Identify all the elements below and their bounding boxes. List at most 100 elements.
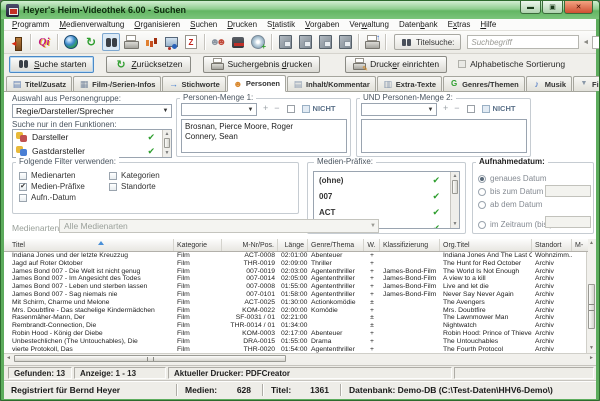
column-header-genre-thema[interactable]: Genre/Thema	[308, 239, 364, 251]
menu-item-extras[interactable]: Extras	[443, 20, 476, 29]
disk-3-icon[interactable]	[316, 33, 334, 51]
table-row[interactable]: James Bond 007 - Leben und sterben lasse…	[4, 283, 588, 291]
minimize-button[interactable]: ▬	[520, 1, 541, 14]
menu-item-vorgaben[interactable]: Vorgaben	[300, 20, 344, 29]
praefix-item-ohne[interactable]: (ohne)✔	[314, 172, 459, 188]
table-row[interactable]: Jagd auf Roter OktoberFilmTHR-001902:09:…	[4, 260, 588, 268]
scroll-up-icon[interactable]: ▲	[587, 239, 596, 248]
menge2-person-list[interactable]	[361, 119, 527, 153]
menge1-select[interactable]: ▼	[181, 103, 257, 116]
disk-2-icon[interactable]	[296, 33, 314, 51]
scroll-down-icon[interactable]: ▼	[451, 220, 459, 228]
tab-musik[interactable]: ♪Musik	[526, 76, 572, 91]
refresh-icon[interactable]: ↻	[82, 33, 100, 51]
filter-checkbox-medienarten[interactable]: Medienarten	[19, 170, 105, 181]
radio-genaues-datum[interactable]: genaues Datum	[478, 172, 552, 185]
funktion-item-gastdarsteller[interactable]: Gastdarsteller✔	[13, 144, 171, 158]
radio-bis-zum-datum[interactable]: bis zum Datum	[478, 185, 552, 198]
scroll-up-icon[interactable]: ▲	[163, 130, 171, 138]
add-person-icon[interactable]: +	[263, 104, 268, 113]
table-row[interactable]: Rembrandt-Connection, DieFilmTHR-0014 / …	[4, 322, 588, 330]
menu-item-drucken[interactable]: Drucken	[222, 20, 262, 29]
suchergebnis-drucken-button[interactable]: Suchergebnis drucken	[203, 56, 321, 73]
column-header-m-nr-pos[interactable]: M-Nr/Pos.	[222, 239, 278, 251]
column-header-titel[interactable]: Titel	[4, 239, 174, 251]
table-row[interactable]: Mit Schirm, Charme und MeloneFilmACT-002…	[4, 299, 588, 307]
datum-bis-input[interactable]	[545, 185, 591, 197]
add-person-icon[interactable]: +	[443, 104, 448, 113]
menu-item-verwaltung[interactable]: Verwaltung	[344, 20, 394, 29]
column-header-standort[interactable]: Standort	[532, 239, 572, 251]
alphabetical-sort-checkbox[interactable]: Alphabetische Sortierung	[458, 59, 565, 69]
medienarten-input[interactable]: Alle Medienarten ▼	[59, 219, 379, 233]
scroll-thumb[interactable]	[452, 180, 458, 194]
menu-item-organisieren[interactable]: Organisieren	[129, 20, 185, 29]
menge2-nicht-checkbox[interactable]: NICHT	[482, 104, 516, 113]
search-binoculars-icon[interactable]	[102, 33, 120, 51]
table-horizontal-scrollbar[interactable]: ◄ ►	[4, 353, 596, 363]
tab-stichworte[interactable]: →Stichworte	[162, 76, 225, 91]
close-button[interactable]: ✕	[564, 1, 593, 14]
scroll-down-icon[interactable]: ▼	[163, 149, 171, 157]
scroll-left-icon[interactable]: ◄	[4, 354, 13, 363]
titelsuche-button[interactable]: Titelsuche:	[394, 34, 461, 50]
result-number-box[interactable]	[592, 36, 600, 49]
personengruppe-select[interactable]: Regie/Darsteller/Sprecher ▼	[12, 104, 172, 118]
menu-item-hilfe[interactable]: Hilfe	[475, 20, 501, 29]
menu-item-medienverwaltung[interactable]: Medienverwaltung	[54, 20, 129, 29]
tab-filter[interactable]: ▼Filter	[573, 76, 600, 91]
column-header-l-nge[interactable]: Länge	[278, 239, 308, 251]
menu-item-suchen[interactable]: Suchen	[185, 20, 222, 29]
scroll-thumb[interactable]	[588, 284, 595, 329]
disk-1-icon[interactable]	[276, 33, 294, 51]
tab-film-serien-infos[interactable]: ▦Film-/Serien-Infos	[73, 76, 161, 91]
scroll-right-icon[interactable]: ►	[587, 354, 596, 363]
table-row[interactable]: Mrs. Doubtfire - Das stachelige Kindermä…	[4, 307, 588, 315]
praefix-item-act[interactable]: ACT✔	[314, 204, 459, 220]
radio-ab-dem-datum[interactable]: ab dem Datum	[478, 198, 552, 211]
user-computer-icon[interactable]	[162, 33, 180, 51]
table-row[interactable]: Rasenmäher-Mann, DerFilmSF-0031 / 0102:2…	[4, 314, 588, 322]
remove-person-icon[interactable]: −	[454, 104, 459, 113]
clear-set-icon[interactable]	[287, 105, 295, 113]
column-header-org-titel[interactable]: Org.Titel	[440, 239, 532, 251]
table-row[interactable]: Indiana Jones und der letzte KreuzzugFil…	[4, 252, 588, 260]
printer-icon[interactable]	[122, 33, 140, 51]
table-row[interactable]: vierte Protokoll, DasFilmTHR-002001:54:0…	[4, 346, 588, 353]
praefix-item-007[interactable]: 007✔	[314, 188, 459, 204]
table-row[interactable]: James Bond 007 - Die Welt ist nicht genu…	[4, 268, 588, 276]
tab-genres-themen[interactable]: GGenres/Themen	[443, 76, 525, 91]
menu-item-datenbank[interactable]: Datenbank	[394, 20, 443, 29]
suche-starten-button[interactable]: Suche starten	[9, 56, 94, 73]
tab-personen[interactable]: ☻Personen	[227, 75, 286, 92]
scroll-down-icon[interactable]: ▼	[587, 344, 596, 353]
funktion-item-darsteller[interactable]: Darsteller✔	[13, 130, 171, 144]
zuruecksetzen-button[interactable]: Zurücksetzen	[106, 56, 190, 73]
drucker-einrichten-button[interactable]: ✎Drucker einrichten	[345, 56, 447, 73]
clear-set-icon[interactable]	[467, 105, 475, 113]
report-z-icon[interactable]	[182, 33, 200, 51]
cd-icon[interactable]	[249, 33, 267, 51]
remove-person-icon[interactable]: −	[274, 104, 279, 113]
menge2-select[interactable]: ▼	[361, 103, 437, 116]
globe-icon[interactable]	[62, 33, 80, 51]
table-row[interactable]: James Bond 007 - Im Angesicht des TodesF…	[4, 275, 588, 283]
menge1-nicht-checkbox[interactable]: NICHT	[302, 104, 336, 113]
table-row[interactable]: Robin Hood - König der DiebeFilmKOM-0003…	[4, 330, 588, 338]
tab-inhalt-kommentar[interactable]: ▤Inhalt/Kommentar	[287, 76, 376, 91]
filter-checkbox-kategorien[interactable]: Kategorien	[109, 170, 160, 181]
filter-checkbox-standorte[interactable]: Standorte	[109, 181, 160, 192]
menge1-person-list[interactable]: Brosnan, Pierce Moore, RogerConnery, Sea…	[181, 119, 347, 153]
tab-extra-texte[interactable]: ▥Extra-Texte	[377, 76, 442, 91]
table-row[interactable]: Unbestechlichen (The Untouchables), DieF…	[4, 338, 588, 346]
disk-4-icon[interactable]	[336, 33, 354, 51]
scroll-up-icon[interactable]: ▲	[451, 172, 459, 180]
radio-im-zeitraum-bis[interactable]: im Zeitraum (bis:)	[478, 218, 552, 231]
column-header-kategorie[interactable]: Kategorie	[174, 239, 222, 251]
persons-icon[interactable]	[209, 33, 227, 51]
scroll-thumb[interactable]	[164, 138, 170, 148]
column-header-w[interactable]: W.	[364, 239, 380, 251]
media-box-icon[interactable]	[229, 33, 247, 51]
zeitraum-bis-input[interactable]	[545, 216, 591, 228]
exit-icon[interactable]	[8, 33, 26, 51]
